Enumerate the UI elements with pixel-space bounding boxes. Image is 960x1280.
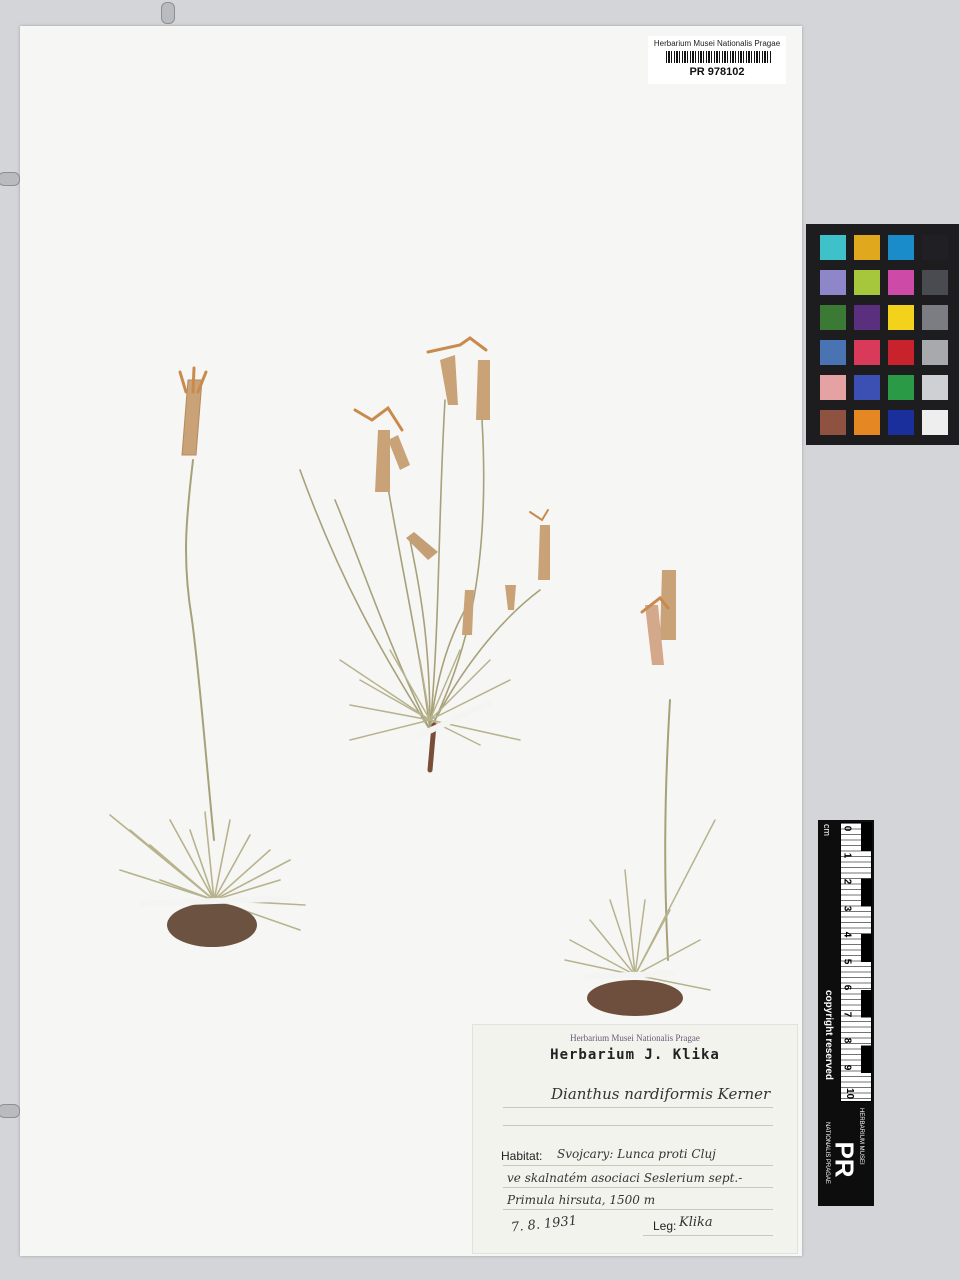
ruler-number: 5 [841, 958, 853, 964]
copyright-notice: copyright reserved [823, 990, 834, 1081]
habitat-line-3: Primula hirsuta, 1500 m [507, 1193, 656, 1207]
ruler-number: 3 [841, 905, 853, 911]
ruler-number: 1 [841, 852, 853, 858]
plant-specimen-left [109, 366, 306, 947]
habitat-line-1: Svojcary: Lunca proti Cluj [557, 1147, 716, 1161]
centimeter-ruler: 0 1 2 3 4 5 6 7 8 9 10 [840, 822, 872, 1102]
collector-name: Klika [679, 1215, 713, 1230]
ruler-number: 10 [844, 1087, 856, 1100]
collector-label: Leg: [653, 1219, 677, 1233]
ruler-number: 2 [841, 878, 853, 885]
ruler-number: 7 [841, 1011, 853, 1017]
taxon-name: Dianthus nardiformis Kerner [551, 1085, 771, 1103]
pr-logo: PR [829, 1141, 860, 1178]
scale-bar: cm 0 1 2 3 4 5 6 7 8 9 10 copyright reserved HERBA… [818, 820, 874, 1206]
collection-date: 7. 8. 1931 [510, 1213, 578, 1236]
habitat-line-2: ve skalnatém asociaci Seslerium sept.- [507, 1171, 743, 1185]
collection-title: Herbarium J. Klika [550, 1047, 720, 1063]
ruler-number: 6 [841, 984, 853, 991]
habitat-label: Habitat: [501, 1149, 543, 1163]
plant-specimen-middle [299, 336, 550, 773]
herbarium-label: Herbarium Musei Nationalis Pragae Herbar… [472, 1024, 798, 1254]
ruler-number: 0 [841, 825, 853, 832]
ruler-number: 4 [841, 931, 853, 938]
ruler-number: 9 [841, 1064, 853, 1070]
logo-caption-bottom: NATIONALIS PRAGAE [824, 1122, 830, 1184]
institution-stamp: Herbarium Musei Nationalis Pragae [570, 1033, 700, 1043]
ruler-number: 8 [841, 1037, 853, 1044]
scale-unit: cm [822, 824, 832, 836]
plant-specimen-right [564, 570, 716, 1016]
